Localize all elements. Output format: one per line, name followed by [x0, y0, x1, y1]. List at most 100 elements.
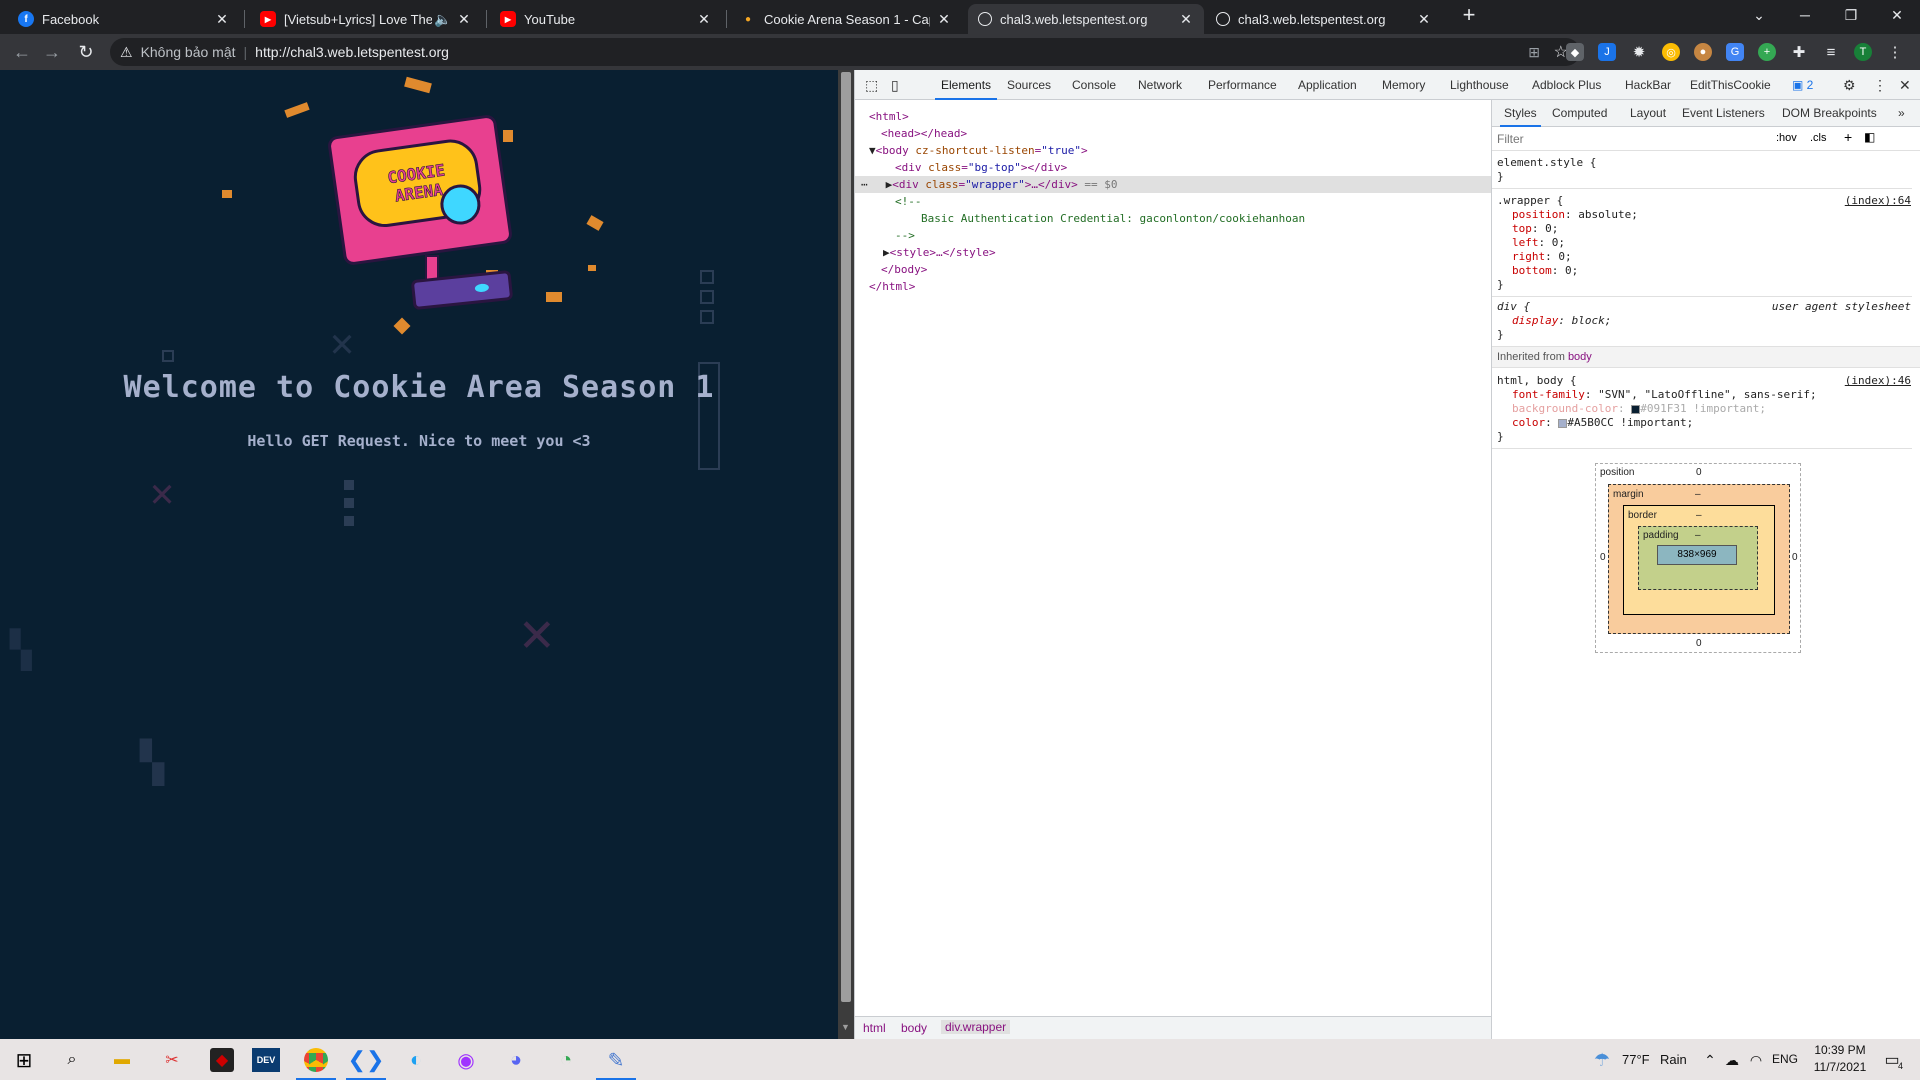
tab-console[interactable]: Console [1072, 70, 1116, 100]
tab-network[interactable]: Network [1138, 70, 1182, 100]
dom-line-html[interactable]: <html> [869, 108, 1505, 125]
address-bar[interactable]: ⚠ Không bảo mật | http://chal3.web.letsp… [110, 38, 1580, 66]
back-icon[interactable]: ← [10, 40, 34, 64]
close-icon[interactable]: ✕ [1178, 11, 1194, 28]
game-app-icon[interactable]: ◆ [210, 1048, 234, 1072]
dom-line-bg-top[interactable]: <div class="bg-top"></div> [895, 159, 1531, 176]
dom-line-style[interactable]: ▶<style>…</style> [883, 244, 1519, 261]
paint-app-icon[interactable]: ✎ [600, 1044, 632, 1076]
translate-icon[interactable]: ⊞ [1528, 44, 1540, 61]
inspect-element-icon[interactable]: ⬚ [865, 70, 878, 100]
search-icon[interactable]: ⌕ [56, 1044, 88, 1076]
weather-rain-icon[interactable]: ☂ [1586, 1044, 1618, 1076]
ellipsis-icon[interactable]: ⋯ [861, 178, 868, 191]
speaker-muted-icon[interactable]: 🔈 [434, 11, 451, 28]
translate-extension-icon[interactable]: G [1726, 43, 1744, 61]
css-property[interactable]: top: 0; [1512, 222, 1920, 236]
close-window-button[interactable]: ✕ [1874, 0, 1920, 30]
clock-time[interactable]: 10:39 PM [1812, 1043, 1868, 1057]
collapse-triangle-icon[interactable]: ▶ [883, 246, 890, 259]
page-scrollbar[interactable]: ▼ [838, 70, 854, 1039]
styles-filter-input[interactable] [1497, 130, 1767, 148]
tab-vietsub[interactable]: ▶ [Vietsub+Lyrics] Love The W 🔈 ✕ [250, 4, 482, 34]
plus-extension-icon[interactable]: + [1758, 43, 1776, 61]
css-property[interactable]: left: 0; [1512, 236, 1920, 250]
chrome-extension-icon[interactable]: ◎ [1662, 43, 1680, 61]
toggle-sidebar-icon[interactable]: ◧ [1864, 130, 1875, 144]
weather-temp[interactable]: 77°F [1622, 1052, 1650, 1067]
css-property[interactable]: display: block; [1512, 314, 1920, 328]
tab-elements[interactable]: Elements [935, 70, 998, 100]
cls-toggle[interactable]: .cls [1810, 132, 1827, 144]
file-explorer-icon[interactable]: ▬ [106, 1044, 138, 1076]
tab-application[interactable]: Application [1298, 70, 1357, 100]
inherited-body-link[interactable]: body [1568, 351, 1592, 363]
reading-list-icon[interactable]: ≡ [1822, 43, 1840, 61]
hov-toggle[interactable]: :hov [1776, 132, 1797, 144]
dom-line-head[interactable]: <head></head> [881, 125, 1517, 142]
reload-icon[interactable]: ↻ [74, 40, 98, 64]
tab-computed[interactable]: Computed [1552, 100, 1607, 127]
restore-button[interactable]: ❐ [1828, 0, 1874, 30]
tab-performance[interactable]: Performance [1208, 70, 1277, 100]
security-label[interactable]: Không bảo mật [141, 44, 236, 60]
cookie-extension-icon[interactable]: ● [1694, 43, 1712, 61]
chrome-icon[interactable] [300, 1044, 332, 1076]
close-icon[interactable]: ✕ [696, 11, 712, 28]
color-swatch[interactable] [1631, 404, 1641, 414]
element-style-selector[interactable]: element.style { [1497, 156, 1917, 170]
tab-cookie-arena[interactable]: ● Cookie Arena Season 1 - Capture ✕ [730, 4, 962, 34]
html-body-source-link[interactable]: (index):46 [1845, 374, 1911, 387]
dom-line-comment-text[interactable]: Basic Authentication Credential: gaconlo… [921, 210, 1557, 227]
tab-sources[interactable]: Sources [1007, 70, 1051, 100]
tab-chal3[interactable]: chal3.web.letspentest.org ✕ [1206, 4, 1442, 34]
puzzle-extensions-icon[interactable]: ✚ [1790, 43, 1808, 61]
css-property[interactable]: bottom: 0; [1512, 264, 1920, 278]
tab-memory[interactable]: Memory [1382, 70, 1425, 100]
settings-gear-icon[interactable]: ⚙ [1843, 70, 1856, 100]
dom-line-wrapper-selected[interactable]: ⋯ ▶<div class="wrapper">…</div> == $0 [855, 176, 1491, 193]
css-property-overridden[interactable]: background-color: #091F31 !important; [1512, 402, 1920, 416]
windows-start-icon[interactable]: ⊞ [8, 1044, 40, 1076]
css-property[interactable]: right: 0; [1512, 250, 1920, 264]
scroll-down-icon[interactable]: ▼ [841, 1022, 850, 1032]
menu-icon[interactable]: ⋮ [1886, 43, 1904, 61]
close-icon[interactable]: ✕ [214, 11, 230, 28]
tab-search-icon[interactable]: ⌄ [1736, 0, 1782, 30]
vscode-icon[interactable]: ❮❯ [348, 1044, 385, 1076]
breadcrumb-body[interactable]: body [901, 1021, 927, 1035]
tab-styles[interactable]: Styles [1500, 100, 1541, 127]
devtools-close-icon[interactable]: ✕ [1899, 70, 1911, 100]
gear-extension-icon[interactable]: ✹ [1630, 43, 1648, 61]
device-toolbar-icon[interactable]: ▯ [891, 70, 899, 100]
dom-line-body[interactable]: ▼<body cz-shortcut-listen="true"> [869, 142, 1505, 159]
css-property[interactable]: color: #A5B0CC !important; [1512, 416, 1920, 430]
tab-facebook[interactable]: f Facebook ✕ [8, 4, 240, 34]
tab-hackbar[interactable]: HackBar [1625, 70, 1671, 100]
tab-lighthouse[interactable]: Lighthouse [1450, 70, 1509, 100]
dom-line-comment-open[interactable]: <!-- [895, 193, 1531, 210]
close-icon[interactable]: ✕ [456, 11, 472, 28]
language-indicator[interactable]: ENG [1772, 1052, 1798, 1066]
j-extension-icon[interactable]: J [1598, 43, 1616, 61]
dom-scrollbar[interactable] [1479, 100, 1491, 1010]
box-model-content[interactable]: 838×969 [1657, 545, 1737, 565]
discord-icon[interactable]: ◕ [500, 1044, 532, 1076]
snipping-tool-icon[interactable]: ✂ [156, 1044, 188, 1076]
close-icon[interactable]: ✕ [936, 11, 952, 28]
profile-avatar[interactable]: T [1854, 43, 1872, 61]
css-property[interactable]: font-family: "SVN", "LatoOffline", sans-… [1512, 388, 1920, 402]
tab-dom-breakpoints[interactable]: DOM Breakpoints [1782, 100, 1877, 127]
css-property[interactable]: position: absolute; [1512, 208, 1920, 222]
tab-event-listeners[interactable]: Event Listeners [1682, 100, 1765, 127]
clock-date[interactable]: 11/7/2021 [1812, 1060, 1868, 1074]
more-tabs-icon[interactable]: » [1898, 100, 1905, 127]
wrapper-source-link[interactable]: (index):64 [1845, 194, 1911, 207]
new-rule-icon[interactable]: + [1844, 129, 1852, 145]
url-text[interactable]: http://chal3.web.letspentest.org [255, 44, 449, 60]
devtools-menu-icon[interactable]: ⋮ [1873, 70, 1887, 100]
dom-line-html-close[interactable]: </html> [869, 278, 1505, 295]
breadcrumb-html[interactable]: html [863, 1021, 886, 1035]
dom-line-body-close[interactable]: </body> [881, 261, 1517, 278]
minimize-button[interactable]: ─ [1782, 0, 1828, 30]
